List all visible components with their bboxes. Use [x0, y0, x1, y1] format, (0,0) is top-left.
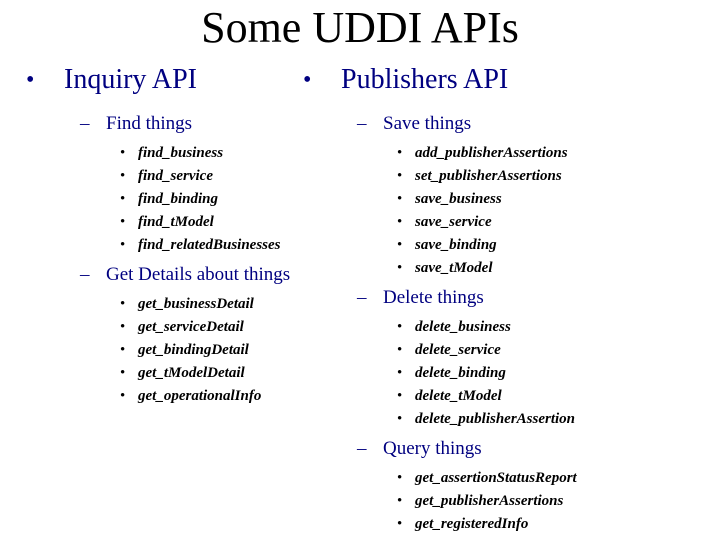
- list-item: • find_tModel: [26, 211, 290, 234]
- group-label: Get Details about things: [106, 264, 291, 285]
- api-name: get_tModelDetail: [138, 365, 245, 381]
- list-item: • get_operationalInfo: [26, 385, 290, 408]
- bullet-icon: •: [397, 214, 403, 230]
- slide-title: Some UDDI APIs: [201, 3, 519, 52]
- group-label: Query things: [383, 438, 482, 459]
- api-name: save_binding: [415, 237, 497, 253]
- bullet-icon: •: [120, 342, 126, 358]
- list-item: • save_binding: [303, 234, 577, 257]
- group-heading-get-details: – Get Details about things: [26, 263, 290, 287]
- bullet-icon: •: [397, 342, 403, 358]
- api-name: find_business: [138, 145, 224, 161]
- list-item: • set_publisherAssertions: [303, 165, 577, 188]
- api-name: delete_business: [415, 319, 511, 335]
- bullet-icon: •: [120, 237, 126, 253]
- api-name: get_assertionStatusReport: [415, 470, 577, 486]
- list-item: • delete_publisherAssertion: [303, 408, 577, 431]
- api-name: delete_service: [415, 342, 501, 358]
- bullet-icon: •: [397, 411, 403, 427]
- api-name: find_service: [138, 168, 213, 184]
- publishers-api-heading: • Publishers API: [303, 62, 577, 98]
- group-heading-find: – Find things: [26, 112, 290, 136]
- list-item: • find_service: [26, 165, 290, 188]
- list-item: • delete_business: [303, 316, 577, 339]
- bullet-icon: •: [120, 365, 126, 381]
- group-heading-save: – Save things: [303, 112, 577, 136]
- heading-label: Inquiry API: [64, 64, 197, 95]
- dash-icon: –: [357, 438, 367, 459]
- api-name: save_business: [415, 191, 502, 207]
- bullet-icon: •: [397, 470, 403, 486]
- group-label: Save things: [383, 113, 472, 134]
- heading-label: Publishers API: [341, 64, 509, 95]
- list-item: • get_tModelDetail: [26, 362, 290, 385]
- dash-icon: –: [357, 287, 367, 308]
- api-name: save_tModel: [415, 260, 493, 276]
- list-item: • save_service: [303, 211, 577, 234]
- list-item: • get_serviceDetail: [26, 316, 290, 339]
- bullet-icon: •: [120, 168, 126, 184]
- list-item: • find_business: [26, 142, 290, 165]
- api-name: get_serviceDetail: [138, 319, 244, 335]
- bullet-icon: •: [120, 145, 126, 161]
- bullet-icon: •: [120, 214, 126, 230]
- bullet-icon: •: [397, 319, 403, 335]
- dash-icon: –: [80, 113, 90, 134]
- api-name: delete_tModel: [415, 388, 502, 404]
- api-name: get_businessDetail: [138, 296, 254, 312]
- list-item: • delete_tModel: [303, 385, 577, 408]
- api-name: find_binding: [138, 191, 219, 207]
- api-name: delete_publisherAssertion: [415, 411, 576, 427]
- api-name: get_registeredInfo: [415, 516, 529, 532]
- group-heading-query: – Query things: [303, 437, 577, 461]
- bullet-icon: •: [397, 388, 403, 404]
- bullet-icon: •: [397, 145, 403, 161]
- publishers-api-column: • Publishers API – Save things • add_publ…: [303, 62, 577, 536]
- list-item: • find_binding: [26, 188, 290, 211]
- dash-icon: –: [80, 264, 90, 285]
- list-item: • delete_service: [303, 339, 577, 362]
- bullet-icon: •: [120, 319, 126, 335]
- inquiry-api-heading: • Inquiry API: [26, 62, 290, 98]
- list-item: • save_business: [303, 188, 577, 211]
- bullet-icon: •: [397, 260, 403, 276]
- bullet-icon: •: [120, 388, 126, 404]
- bullet-icon: •: [397, 168, 403, 184]
- api-name: get_operationalInfo: [138, 388, 262, 404]
- list-item: • get_businessDetail: [26, 293, 290, 316]
- list-item: • delete_binding: [303, 362, 577, 385]
- api-name: set_publisherAssertions: [415, 168, 562, 184]
- list-item: • get_publisherAssertions: [303, 490, 577, 513]
- api-name: delete_binding: [415, 365, 506, 381]
- group-heading-delete: – Delete things: [303, 286, 577, 310]
- api-name: find_relatedBusinesses: [138, 237, 281, 253]
- bullet-icon: •: [397, 191, 403, 207]
- group-label: Find things: [106, 113, 193, 134]
- list-item: • find_relatedBusinesses: [26, 234, 290, 257]
- bullet-icon: •: [26, 67, 35, 93]
- api-name: find_tModel: [138, 214, 214, 230]
- bullet-icon: •: [397, 365, 403, 381]
- list-item: • save_tModel: [303, 257, 577, 280]
- bullet-icon: •: [120, 296, 126, 312]
- group-label: Delete things: [383, 287, 484, 308]
- bullet-icon: •: [120, 191, 126, 207]
- api-name: save_service: [415, 214, 492, 230]
- dash-icon: –: [357, 113, 367, 134]
- api-name: get_publisherAssertions: [415, 493, 564, 509]
- api-name: get_bindingDetail: [138, 342, 249, 358]
- list-item: • get_assertionStatusReport: [303, 467, 577, 490]
- api-name: add_publisherAssertions: [415, 145, 568, 161]
- list-item: • add_publisherAssertions: [303, 142, 577, 165]
- bullet-icon: •: [397, 516, 403, 532]
- list-item: • get_registeredInfo: [303, 513, 577, 536]
- bullet-icon: •: [397, 237, 403, 253]
- inquiry-api-column: • Inquiry API – Find things • find_busine…: [26, 62, 290, 408]
- bullet-icon: •: [397, 493, 403, 509]
- bullet-icon: •: [303, 67, 312, 93]
- list-item: • get_bindingDetail: [26, 339, 290, 362]
